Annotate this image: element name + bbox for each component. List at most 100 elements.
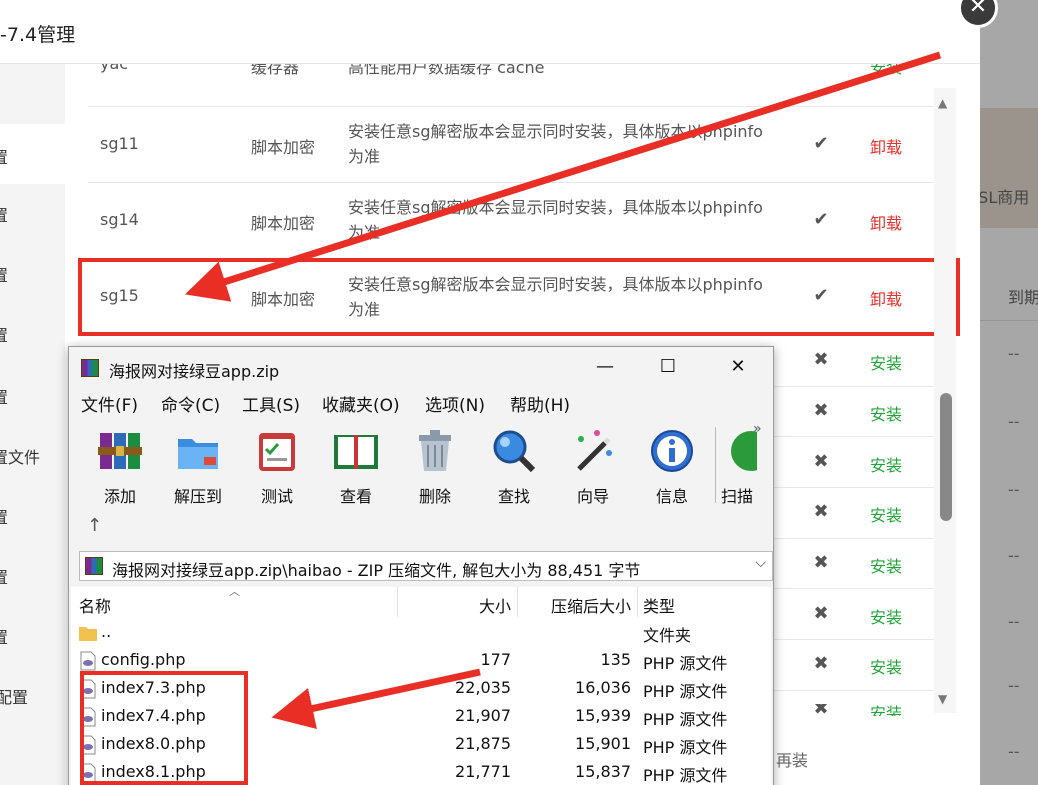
chevron-down-icon[interactable]: ⌵ — [755, 555, 766, 571]
background-divider — [980, 320, 1038, 321]
scroll-down-icon[interactable]: ▼ — [938, 692, 947, 706]
tool-extract[interactable]: 解压到 — [163, 427, 233, 507]
uninstall-link[interactable]: 卸载 — [870, 210, 902, 234]
install-link[interactable]: 安装 — [870, 553, 902, 577]
file-type: PHP 源文件 — [643, 682, 728, 701]
install-link[interactable]: 安装 — [870, 350, 902, 374]
not-installed-x-icon: ✖ — [813, 400, 829, 421]
minimize-icon[interactable]: — — [593, 355, 617, 379]
menu-commands[interactable]: 命令(C) — [161, 391, 220, 416]
book-icon — [334, 435, 378, 469]
archive-icon — [85, 557, 103, 575]
plugin-type: 缓存器 — [251, 64, 300, 77]
tool-scan[interactable]: 扫描 — [717, 427, 757, 507]
sort-asc-icon: ︿ — [229, 585, 240, 598]
not-installed-x-icon: ✖ — [813, 451, 829, 472]
address-bar[interactable]: 海报网对接绿豆app.zip\haibao - ZIP 压缩文件, 解包大小为 … — [79, 551, 773, 581]
tool-delete[interactable]: 删除 — [400, 427, 470, 507]
toolbar-separator — [715, 427, 716, 503]
background-cell: -- — [1008, 412, 1020, 431]
column-packed[interactable]: 压缩后大小 — [551, 593, 631, 617]
tool-label: 删除 — [418, 487, 451, 506]
plugin-type: 脚本加密 — [251, 138, 316, 157]
tool-find[interactable]: 查找 — [479, 427, 549, 507]
sidebar-item[interactable]: 置 — [0, 144, 8, 168]
address-text: 海报网对接绿豆app.zip\haibao - ZIP 压缩文件, 解包大小为 … — [112, 561, 641, 580]
books-icon — [98, 433, 142, 469]
magnifier-icon — [493, 430, 536, 473]
file-packed: 15,901 — [575, 734, 631, 753]
column-size[interactable]: 大小 — [479, 593, 511, 617]
maximize-icon[interactable]: ☐ — [656, 355, 680, 379]
sidebar-item-active[interactable] — [0, 124, 65, 184]
install-link[interactable]: 安装 — [870, 654, 902, 678]
install-link[interactable]: 安装 — [870, 452, 902, 476]
background-cell: -- — [1008, 344, 1020, 363]
menu-tools[interactable]: 工具(S) — [242, 391, 300, 416]
sidebar-item[interactable]: 置 — [0, 504, 8, 528]
sidebar-item[interactable]: 置 — [0, 564, 8, 588]
not-installed-x-icon: ✖ — [813, 349, 829, 370]
file-size: 21,875 — [455, 734, 511, 753]
tool-label: 解压到 — [173, 487, 222, 506]
scrollbar-thumb[interactable] — [940, 393, 952, 521]
background-cell: -- — [1008, 612, 1020, 631]
file-size: 177 — [480, 650, 511, 669]
not-installed-x-icon: ✖ — [813, 704, 829, 716]
install-link[interactable]: 安装 — [870, 64, 902, 78]
install-link[interactable]: 安装 — [870, 401, 902, 425]
column-name[interactable]: 名称 — [79, 593, 111, 617]
plugin-type: 脚本加密 — [251, 214, 316, 233]
column-separator — [517, 587, 518, 617]
file-type: PHP 源文件 — [643, 654, 728, 673]
file-type: PHP 源文件 — [643, 710, 728, 729]
not-installed-x-icon: ✖ — [813, 501, 829, 522]
sidebar-item[interactable]: 置 — [0, 202, 8, 226]
more-tools-icon[interactable]: » — [753, 421, 762, 437]
plugin-desc: 安装任意sg解密版本会显示同时安装，具体版本以phpinfo为准 — [348, 122, 763, 166]
tool-info[interactable]: 信息 — [637, 427, 707, 507]
sidebar-item[interactable]: 置 — [0, 262, 8, 286]
not-installed-x-icon: ✖ — [813, 603, 829, 624]
plugin-name: sg14 — [100, 210, 139, 229]
php-file-icon — [80, 651, 96, 671]
menu-favorites[interactable]: 收藏夹(O) — [322, 391, 400, 416]
menu-file[interactable]: 文件(F) — [81, 391, 138, 416]
sidebar-item[interactable]: 置 — [0, 624, 8, 648]
background-ssl-band — [980, 108, 1038, 228]
window-close-icon[interactable]: ✕ — [726, 355, 750, 379]
menu-options[interactable]: 选项(N) — [425, 391, 485, 416]
file-name: .. — [101, 622, 112, 641]
folder-icon — [178, 439, 218, 469]
file-row[interactable]: .. 文件夹 — [71, 619, 771, 647]
tool-add[interactable]: 添加 — [85, 427, 155, 507]
menu-help[interactable]: 帮助(H) — [510, 391, 570, 416]
winrar-title: 海报网对接绿豆app.zip — [109, 362, 280, 381]
not-installed-x-icon: ✖ — [813, 653, 829, 674]
scroll-up-icon[interactable]: ▲ — [938, 96, 947, 110]
sidebar-item[interactable]: 置 — [0, 384, 8, 408]
file-type: 文件夹 — [643, 626, 692, 645]
background-cell: -- — [1008, 480, 1020, 499]
sidebar-item[interactable]: 置文件 — [0, 444, 40, 468]
background-cell: -- — [1008, 742, 1020, 761]
tool-wizard[interactable]: 向导 — [558, 427, 628, 507]
install-link[interactable]: 安装 — [870, 704, 902, 716]
sidebar-item[interactable]: 配置 — [0, 684, 28, 708]
column-type[interactable]: 类型 — [643, 593, 675, 617]
column-separator — [397, 587, 398, 617]
highlight-box-files — [80, 671, 248, 785]
tool-view[interactable]: 查看 — [321, 427, 391, 507]
file-name: config.php — [101, 650, 186, 669]
file-packed: 16,036 — [575, 678, 631, 697]
uninstall-link[interactable]: 卸载 — [870, 134, 902, 158]
install-link[interactable]: 安装 — [870, 502, 902, 526]
row-divider — [88, 182, 934, 183]
table-row-partial: yac 缓存器 高性能用户数据缓存 cache 安装 — [88, 64, 934, 88]
up-folder-icon[interactable]: ↑ — [87, 515, 102, 536]
trash-icon — [419, 430, 451, 471]
tool-test[interactable]: 测试 — [242, 427, 312, 507]
plugin-desc: 安装任意sg解密版本会显示同时安装，具体版本以phpinfo为准 — [348, 198, 763, 242]
sidebar-item[interactable]: 置 — [0, 322, 8, 346]
install-link[interactable]: 安装 — [870, 604, 902, 628]
